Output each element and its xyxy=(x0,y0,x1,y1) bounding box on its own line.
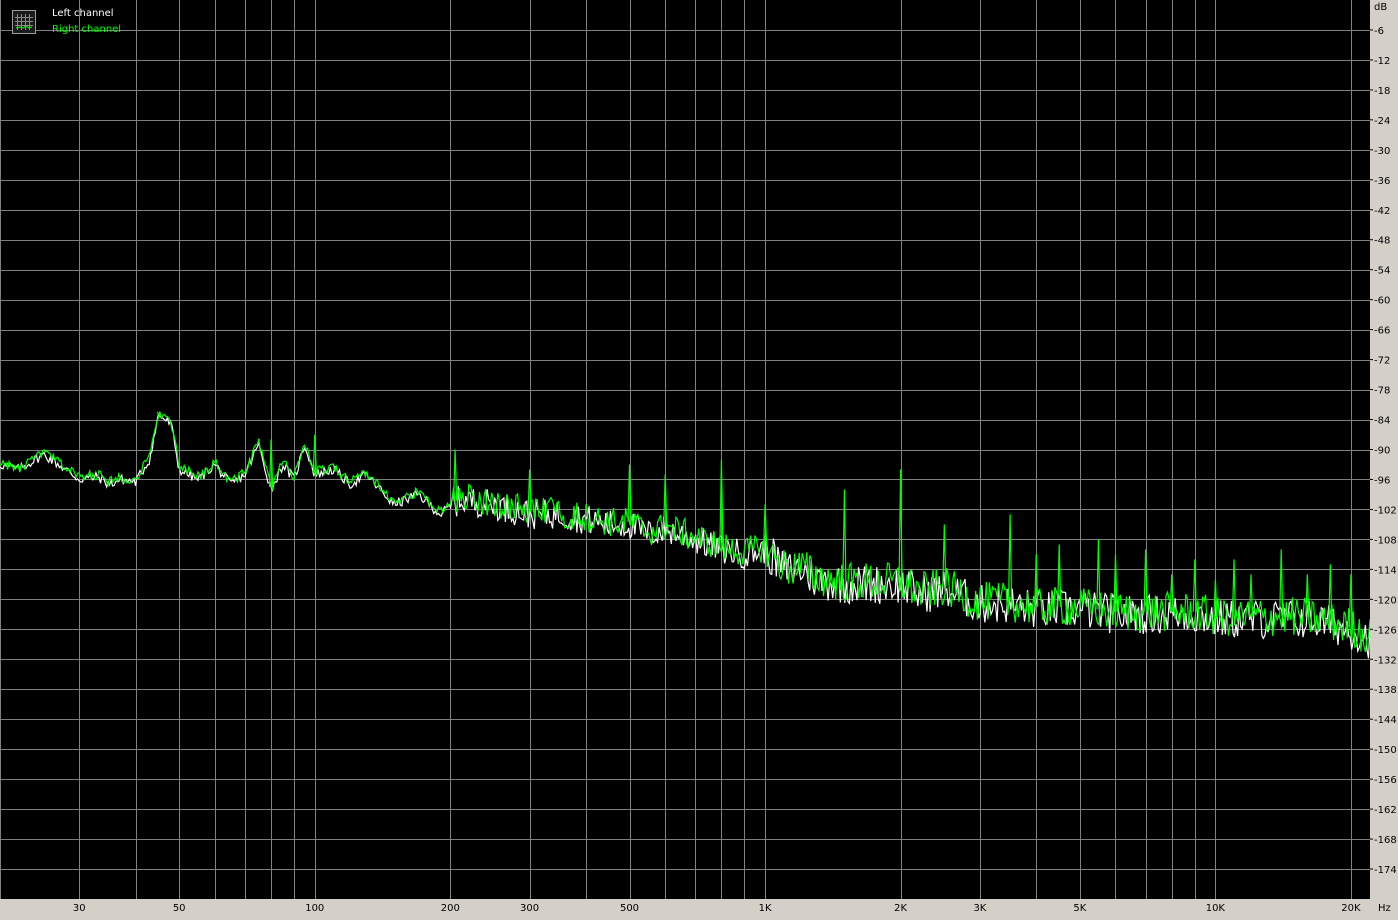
spike-peak xyxy=(1008,514,1013,602)
y-tick-label: -114 xyxy=(1374,565,1397,576)
y-tick-label: -12 xyxy=(1374,56,1390,67)
y-tick-label: -156 xyxy=(1374,775,1397,786)
series-line-right xyxy=(0,411,1371,653)
x-tick-label: 500 xyxy=(620,903,639,914)
spike-peak xyxy=(842,489,847,582)
spectrum-plot: Left channel Right channel xyxy=(0,0,1371,899)
y-tick-label: -96 xyxy=(1374,475,1390,486)
y-tick-label: -84 xyxy=(1374,416,1390,427)
y-tick-label: -138 xyxy=(1374,685,1397,696)
y-tick-label: -174 xyxy=(1374,865,1397,876)
y-tick-label: -126 xyxy=(1374,625,1397,636)
y-tick-label: -66 xyxy=(1374,326,1390,337)
x-tick-label: 2K xyxy=(894,903,907,914)
spike-peak xyxy=(453,449,458,501)
y-tick-label: -24 xyxy=(1374,116,1390,127)
grid-lines xyxy=(0,0,1370,899)
y-tick-label: -108 xyxy=(1374,535,1397,546)
x-tick-label: 5K xyxy=(1073,903,1086,914)
spike-peak xyxy=(1248,574,1254,617)
y-tick-label: -78 xyxy=(1374,386,1390,397)
y-tick-label: -144 xyxy=(1374,715,1397,726)
x-axis-strip: 30 50 100 200 300 500 1K 2K 3K 5K 10K 20K Hz xyxy=(0,899,1398,916)
y-tick-label: -6 xyxy=(1374,26,1384,37)
x-unit-label: Hz xyxy=(1378,903,1391,914)
x-tick-label: 30 xyxy=(73,903,86,914)
x-tick-label: 1K xyxy=(759,903,772,914)
y-tick-label: -90 xyxy=(1374,446,1390,457)
y-tick-label: -54 xyxy=(1374,266,1390,277)
y-tick-label: -42 xyxy=(1374,206,1390,217)
series-lines xyxy=(0,411,1371,659)
x-tick-label: 100 xyxy=(305,903,324,914)
y-tick-label: -48 xyxy=(1374,236,1390,247)
spike-peak xyxy=(1096,539,1101,610)
y-tick-label: -168 xyxy=(1374,835,1397,846)
y-tick-label: -132 xyxy=(1374,655,1397,666)
y-tick-label: -72 xyxy=(1374,356,1390,367)
y-unit-label: dB xyxy=(1374,2,1387,13)
spectrum-chart xyxy=(0,0,1371,899)
x-axis: 30 50 100 200 300 500 1K 2K 3K 5K 10K 20K Hz xyxy=(73,903,1391,914)
y-tick-label: -60 xyxy=(1374,296,1390,307)
x-tick-label: 50 xyxy=(173,903,186,914)
y-tick-label: -30 xyxy=(1374,146,1390,157)
x-tick-label: 10K xyxy=(1206,903,1226,914)
y-tick-label: -102 xyxy=(1374,505,1397,516)
legend-right-channel: Right channel xyxy=(52,24,122,35)
y-axis-strip: dB -6 -12 -18 -24 -30 -36 -42 -48 -54 -60 -66 -72 -78… xyxy=(1370,0,1398,899)
spike-peak xyxy=(1279,549,1284,617)
y-tick-label: -162 xyxy=(1374,805,1397,816)
x-tick-label: 300 xyxy=(520,903,539,914)
x-tick-label: 3K xyxy=(973,903,986,914)
legend-left-channel: Left channel xyxy=(52,8,114,19)
y-tick-label: -150 xyxy=(1374,745,1397,756)
y-tick-label: -18 xyxy=(1374,86,1390,97)
x-tick-label: 20K xyxy=(1341,903,1361,914)
y-tick-label: -120 xyxy=(1374,595,1397,606)
x-tick-label: 200 xyxy=(441,903,460,914)
chart-grid-icon[interactable] xyxy=(12,10,36,34)
y-axis: dB -6 -12 -18 -24 -30 -36 -42 -48 -54 -60 -66 -72 -78… xyxy=(1370,2,1397,876)
y-tick-label: -36 xyxy=(1374,176,1390,187)
